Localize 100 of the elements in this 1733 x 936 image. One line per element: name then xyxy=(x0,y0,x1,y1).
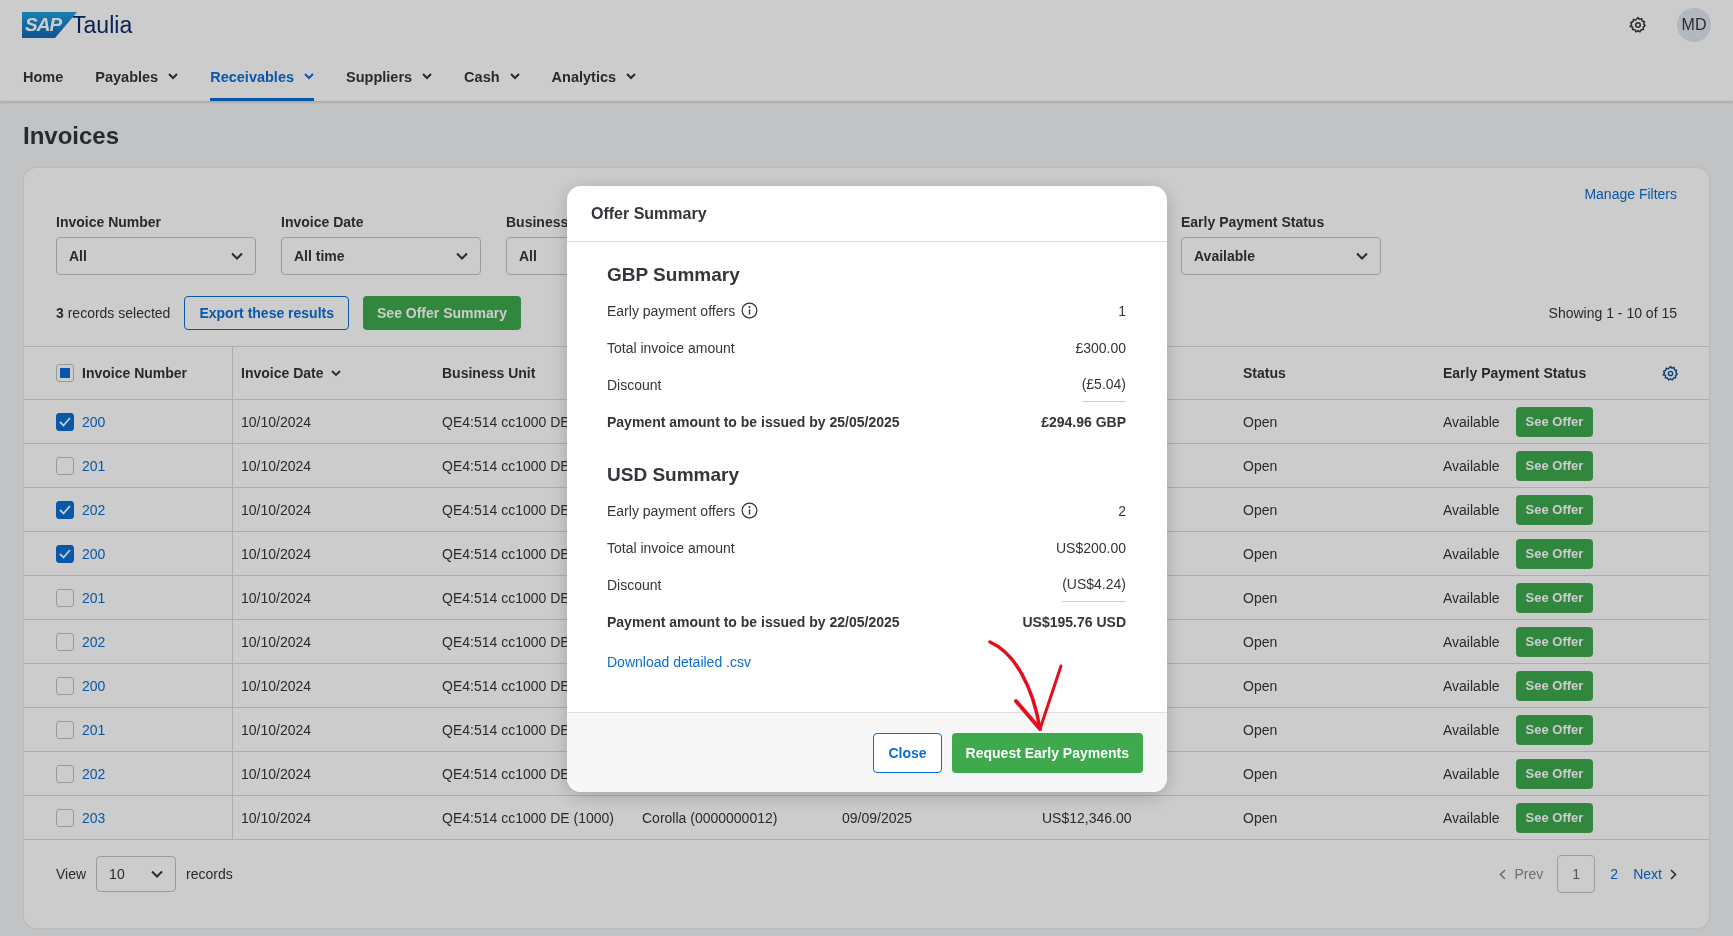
table-cell: 10/10/2024 xyxy=(241,457,312,474)
filter-label: Invoice Number xyxy=(56,214,162,230)
row-checkbox[interactable] xyxy=(56,632,74,651)
see-offer-button[interactable]: See Offer xyxy=(1515,494,1594,525)
nav-tab[interactable]: Home xyxy=(23,55,64,101)
table-cell: Open xyxy=(1243,809,1278,826)
nav-tab[interactable]: Suppliers xyxy=(346,55,433,101)
table-cell: Open xyxy=(1243,413,1278,430)
table-cell: Open xyxy=(1243,589,1278,606)
row-checkbox[interactable] xyxy=(56,720,74,739)
page-button[interactable]: 2 xyxy=(1609,866,1620,882)
row-checkbox[interactable] xyxy=(56,544,74,563)
table-cell: Open xyxy=(1243,457,1278,474)
see-offer-button[interactable]: See Offer xyxy=(1515,538,1594,569)
row-checkbox[interactable] xyxy=(56,456,74,475)
table-cell: Open xyxy=(1243,501,1278,518)
export-button[interactable]: Export these results xyxy=(184,296,349,330)
select-all-checkbox[interactable] xyxy=(56,364,74,382)
page-button[interactable]: 1 xyxy=(1557,855,1596,893)
dialog-title: Offer Summary xyxy=(591,204,707,223)
nav-tab[interactable]: Receivables xyxy=(210,55,315,101)
table-cell: Corolla (0000000012) xyxy=(642,809,778,826)
see-offer-button[interactable]: See Offer xyxy=(1515,582,1594,613)
info-icon[interactable] xyxy=(741,302,759,319)
column-header: Business Unit xyxy=(442,365,536,381)
table-cell: 10/10/2024 xyxy=(241,589,312,606)
table-cell: US$12,346.00 xyxy=(1042,809,1132,826)
chevron-left-icon xyxy=(1499,868,1507,880)
invoice-link[interactable]: 200 xyxy=(82,677,106,694)
row-checkbox[interactable] xyxy=(56,808,74,827)
section-heading: GBP Summary xyxy=(607,264,741,286)
nav-tab[interactable]: Cash xyxy=(464,55,520,101)
table-cell: Available xyxy=(1443,809,1500,826)
see-offer-button[interactable]: See Offer xyxy=(1515,802,1594,833)
see-offer-button[interactable]: See Offer xyxy=(1515,450,1594,481)
nav-tab[interactable]: Payables xyxy=(95,55,179,101)
row-checkbox[interactable] xyxy=(56,500,74,519)
page-size-dropdown[interactable]: 10 xyxy=(96,856,177,892)
see-offer-button[interactable]: See Offer xyxy=(1515,406,1594,437)
table-cell: 09/09/2025 xyxy=(842,809,913,826)
see-offer-button[interactable]: See Offer xyxy=(1515,626,1594,657)
invoice-link[interactable]: 200 xyxy=(82,545,106,562)
invoice-link[interactable]: 202 xyxy=(82,633,106,650)
summary-value: US$195.76 USD xyxy=(1022,613,1126,630)
invoice-link[interactable]: 201 xyxy=(82,457,106,474)
table-cell: QE4:514 cc1000 DE (1000) xyxy=(442,809,614,826)
see-offer-button[interactable]: See Offer xyxy=(1515,714,1594,745)
see-offer-button[interactable]: See Offer xyxy=(1515,670,1594,701)
row-checkbox[interactable] xyxy=(56,412,74,431)
filter-label: Business xyxy=(506,214,569,230)
summary-value: £300.00 xyxy=(1075,339,1126,356)
filter-dropdown[interactable]: Available xyxy=(1181,237,1381,275)
caret-icon xyxy=(231,252,243,260)
filter-dropdown[interactable]: All xyxy=(56,237,256,275)
filter-label: Early Payment Status xyxy=(1181,214,1325,230)
summary-value: 1 xyxy=(1118,302,1126,319)
summary-label: Total invoice amount xyxy=(607,539,735,556)
summary-label: Early payment offers xyxy=(607,502,736,519)
settings-icon[interactable] xyxy=(1629,16,1647,34)
settings-icon[interactable] xyxy=(1662,364,1679,382)
chevron-right-icon xyxy=(1670,868,1677,880)
table-cell: Open xyxy=(1243,765,1278,782)
row-checkbox[interactable] xyxy=(56,764,74,783)
caret-icon xyxy=(151,870,164,878)
next-button[interactable]: Next xyxy=(1633,866,1677,882)
table-cell: 10/10/2024 xyxy=(241,501,312,518)
table-cell: Available xyxy=(1443,721,1500,738)
close-button[interactable]: Close xyxy=(873,732,942,773)
column-header: Invoice Number xyxy=(82,365,188,381)
invoice-link[interactable]: 201 xyxy=(82,721,106,738)
column-header[interactable]: Invoice Date xyxy=(241,365,324,381)
summary-label: Payment amount to be issued by 22/05/2025 xyxy=(607,613,900,630)
invoice-link[interactable]: 202 xyxy=(82,501,106,518)
request-early-payments-button[interactable]: Request Early Payments xyxy=(951,732,1143,773)
user-avatar[interactable]: MD xyxy=(1677,8,1711,42)
summary-label: Payment amount to be issued by 25/05/2025 xyxy=(607,413,900,430)
summary-value: (US$4.24) xyxy=(1062,567,1126,602)
row-checkbox[interactable] xyxy=(56,588,74,607)
filter-dropdown[interactable]: All time xyxy=(281,237,481,275)
download-link[interactable]: Download detailed .csv xyxy=(607,654,751,670)
invoice-link[interactable]: 201 xyxy=(82,589,106,606)
table-cell: Open xyxy=(1243,633,1278,650)
see-offer-summary-button[interactable]: See Offer Summary xyxy=(363,296,521,330)
caret-icon xyxy=(1356,252,1368,260)
invoice-link[interactable]: 203 xyxy=(82,809,106,826)
row-checkbox[interactable] xyxy=(56,676,74,695)
summary-label: Total invoice amount xyxy=(607,339,735,356)
table-cell: Available xyxy=(1443,677,1500,694)
view-label: View xyxy=(56,866,87,882)
info-icon[interactable] xyxy=(741,502,759,519)
invoice-link[interactable]: 200 xyxy=(82,413,106,430)
nav-tab[interactable]: Analytics xyxy=(551,55,637,101)
manage-filters-link[interactable]: Manage Filters xyxy=(1584,184,1677,204)
see-offer-button[interactable]: See Offer xyxy=(1515,758,1594,789)
summary-value: US$200.00 xyxy=(1055,539,1126,556)
sort-icon[interactable] xyxy=(331,369,342,377)
page-title: Invoices xyxy=(23,121,121,151)
table-cell: Open xyxy=(1243,677,1278,694)
table-cell: Open xyxy=(1243,721,1278,738)
invoice-link[interactable]: 202 xyxy=(82,765,106,782)
